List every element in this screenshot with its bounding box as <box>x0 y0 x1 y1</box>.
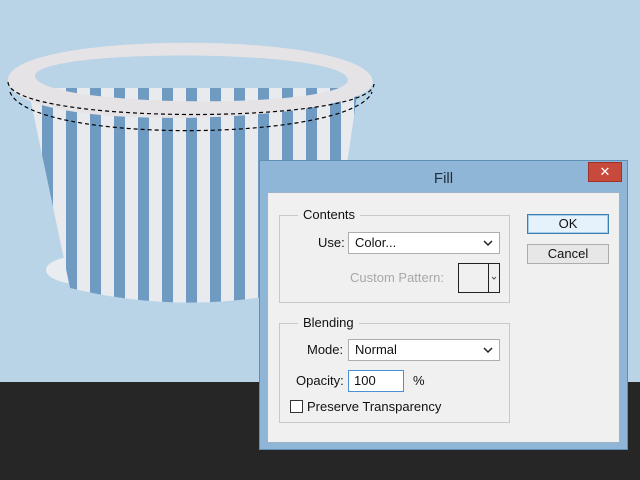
basket-stripe <box>42 88 53 303</box>
opacity-input[interactable]: 100 <box>348 370 404 392</box>
chevron-down-icon <box>491 276 497 280</box>
contents-legend: Contents <box>298 207 361 222</box>
close-icon: ✕ <box>599 164 611 179</box>
mode-label: Mode: <box>307 342 344 357</box>
use-dropdown[interactable]: Color... <box>348 232 500 254</box>
mode-dropdown-value: Normal <box>355 342 397 357</box>
custom-pattern-label: Custom Pattern: <box>350 270 444 285</box>
dialog-client: Contents Use: Color... Custom Pattern: B… <box>267 192 620 443</box>
ok-button[interactable]: OK <box>527 214 609 234</box>
chevron-down-icon <box>483 347 493 354</box>
opacity-value: 100 <box>354 373 376 388</box>
blending-legend: Blending <box>298 315 359 330</box>
use-label: Use: <box>318 235 345 250</box>
preserve-transparency-checkbox[interactable] <box>290 400 303 413</box>
basket-stripe <box>114 88 125 303</box>
basket-stripe <box>234 88 245 303</box>
basket-stripe <box>90 88 101 303</box>
chevron-down-icon <box>483 240 493 247</box>
basket-stripe <box>210 88 221 303</box>
cancel-button[interactable]: Cancel <box>527 244 609 264</box>
fill-dialog: Fill ✕ Contents Use: Color... Custom Pat… <box>259 160 628 450</box>
opacity-label: Opacity: <box>296 373 344 388</box>
preserve-transparency-label[interactable]: Preserve Transparency <box>307 399 441 414</box>
dialog-title: Fill <box>433 170 454 187</box>
opacity-unit: % <box>413 373 425 388</box>
use-dropdown-value: Color... <box>355 235 397 250</box>
custom-pattern-picker[interactable] <box>458 263 500 293</box>
basket-stripe <box>66 88 77 303</box>
blending-group: Blending Mode: Normal Opacity: 100 % Pre… <box>279 315 510 423</box>
mode-dropdown[interactable]: Normal <box>348 339 500 361</box>
dialog-titlebar[interactable]: Fill ✕ <box>260 161 627 195</box>
contents-group: Contents Use: Color... Custom Pattern: <box>279 207 510 303</box>
close-button[interactable]: ✕ <box>588 162 622 182</box>
